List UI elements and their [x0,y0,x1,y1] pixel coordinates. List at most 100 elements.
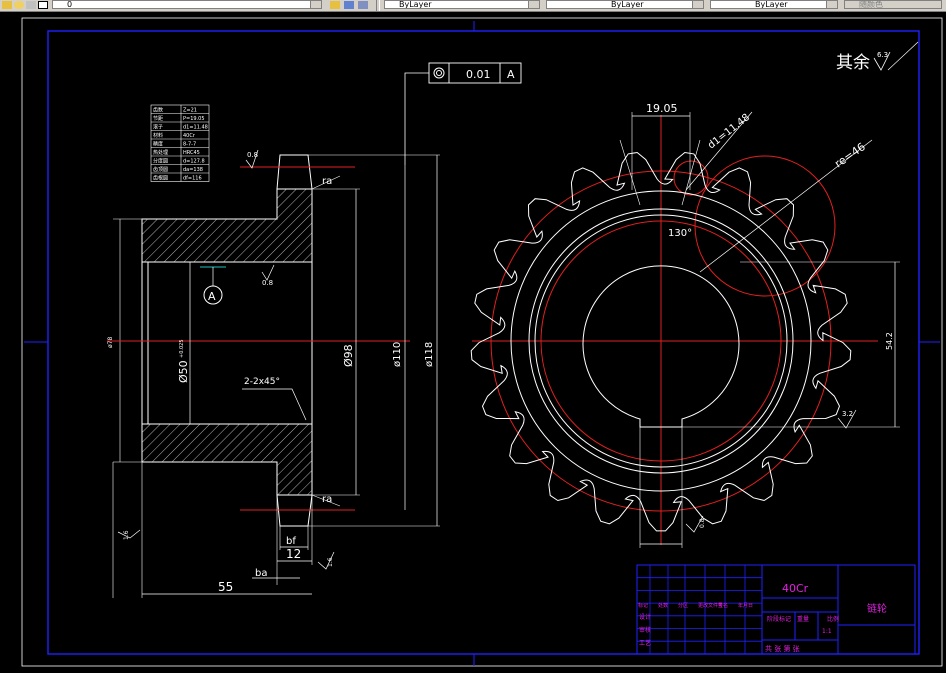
title-row-label: 签名 [718,602,728,609]
dim-phi78: ø78 [107,337,114,348]
roughness-symbol [261,264,275,281]
dim-phi98: Ø98 [342,344,355,367]
dim-phi50: Ø50 [177,360,190,383]
plotstyle-dropdown-value: 随颜色 [859,0,883,9]
param-name: 精度 [153,141,163,148]
title-field-label: 比例 [827,615,839,623]
chevron-down-icon[interactable] [528,1,539,8]
title-row-label: 分区 [678,602,688,609]
make-current-icon[interactable] [330,1,340,9]
lineweight-dropdown-value: ByLayer [755,0,788,9]
surface-finish-value: 6.3 [877,51,888,59]
chevron-down-icon[interactable] [826,1,837,8]
rough-08-inner: 0.8 [262,279,273,287]
param-name: 材料 [153,132,163,139]
title-sign-label: 审核 [639,626,651,634]
tooth-profile-top [276,154,313,190]
chevron-down-icon[interactable] [310,1,321,8]
rough-08-top: 0.8 [247,151,258,159]
param-value: 40Cr [183,133,196,139]
title-sign-label: 工艺 [639,639,651,647]
param-value: P=19.05 [183,116,205,122]
chevron-down-icon[interactable] [692,1,703,8]
layer-lock-icon[interactable] [26,1,36,9]
param-value: Z=21 [183,108,197,114]
rough-08-key: 0.8 [699,518,706,528]
param-value: HRC45 [183,150,200,156]
param-value: d1=11.48 [183,125,208,131]
rough-16-bottom: 1.6 [327,557,334,567]
dim-phi50-tol: +0.025 [179,339,185,358]
dim-12: 12 [286,547,301,561]
param-name: 齿根圆 [153,175,168,182]
surface-finish-note: 其余 [836,53,870,73]
rough-32: 3.2 [842,410,853,418]
dim-keyway: 54.2 [885,332,894,350]
lineweight-dropdown[interactable]: ByLayer [710,0,838,9]
chamfer-note: 2-2x45° [244,377,280,387]
param-value: da=138 [183,167,203,173]
param-name: 分度圆 [153,158,168,165]
chamfer-leader [242,388,307,421]
param-value: 8-7-7 [183,142,196,148]
color-dropdown[interactable]: ByLayer [384,0,540,9]
layer-dropdown-value: 0 [67,0,73,9]
cad-drawing: 其余 6.3 齿数 Z=21 节距 P=19.05 滚子 d1=11.48 材料 40Cr 精度… [21,17,943,667]
dim-phi110: ø110 [392,342,403,367]
concentricity-icon [433,67,445,79]
title-row-label: 处数 [658,602,668,609]
concentricity-icon-inner [436,70,442,76]
param-table: 齿数 Z=21 节距 P=19.05 滚子 d1=11.48 材料 40Cr 精度 8-7-7 热处… [150,104,210,182]
linetype-dropdown[interactable]: ByLayer [546,0,704,9]
param-value: d=127.8 [183,159,205,165]
title-sheet: 共 张 第 张 [765,644,800,653]
dim-d1: d1=11.48 [706,112,752,151]
sprocket-view: 19.05 d1=11.48 re=46 130° 54.2 3.2 0.8 [470,102,900,548]
plotstyle-dropdown[interactable]: 随颜色 [844,0,942,9]
title-block: 40Cr 链轮 1:1 共 张 第 张 标记 处数 分区 更改文件号签名 年月日设计审核… [636,564,916,655]
param-name: 热处理 [153,149,168,156]
title-row-label: 标记 [638,602,648,609]
linetype-dropdown-value: ByLayer [611,0,644,9]
bore [147,261,313,425]
tolerance-frame: 0.01 A [404,62,522,165]
param-name: 齿数 [153,107,163,114]
datum-label: A [208,290,216,303]
arc-re [694,155,836,297]
title-sign-label: 设计 [639,613,651,621]
layer-sun-icon[interactable] [14,1,24,9]
title-part-name: 链轮 [867,602,887,615]
tolerance-datum: A [507,68,515,81]
layer-color-icon[interactable] [38,1,48,9]
rough-16-left: 1.6 [123,530,130,540]
title-scale: 1:1 [822,628,832,635]
leader-line [404,72,429,165]
frame-corner-mark [887,41,919,71]
dim-bf: bf [286,536,296,547]
dim-angle: 130° [668,228,692,239]
param-name: 齿顶圆 [153,167,168,173]
layer-dropdown[interactable]: 0 [52,0,322,9]
color-dropdown-value: ByLayer [399,0,432,9]
hatched-section-upper [141,188,313,263]
param-value: df=116 [183,176,202,182]
ra-top: ra [322,176,332,187]
title-row-label: 年月日 [738,602,753,609]
drawing-canvas[interactable]: 其余 6.3 齿数 Z=21 节距 P=19.05 滚子 d1=11.48 材料 40Cr 精度… [0,11,946,669]
layers-icon[interactable] [358,1,368,9]
title-field-label: 重量 [797,615,809,623]
section-view: ø78 ra ra 0.8 Ø98 ø110 ø118 Ø50 +0.025 A… [107,149,440,598]
dim-ba: ba [255,568,267,579]
param-name: 滚子 [153,124,163,131]
dim-phi118: ø118 [424,342,435,367]
dim-re: re=46 [832,140,868,170]
layer-previous-icon[interactable] [344,1,354,9]
dim-55: 55 [218,580,233,594]
tolerance-value: 0.01 [466,68,491,81]
hatched-section-lower [141,423,313,496]
layer-state-icon[interactable] [2,1,12,9]
dim-1905: 19.05 [646,102,678,115]
toolbar-separator [376,0,380,11]
param-name: 节距 [153,116,163,122]
title-material: 40Cr [782,582,809,595]
